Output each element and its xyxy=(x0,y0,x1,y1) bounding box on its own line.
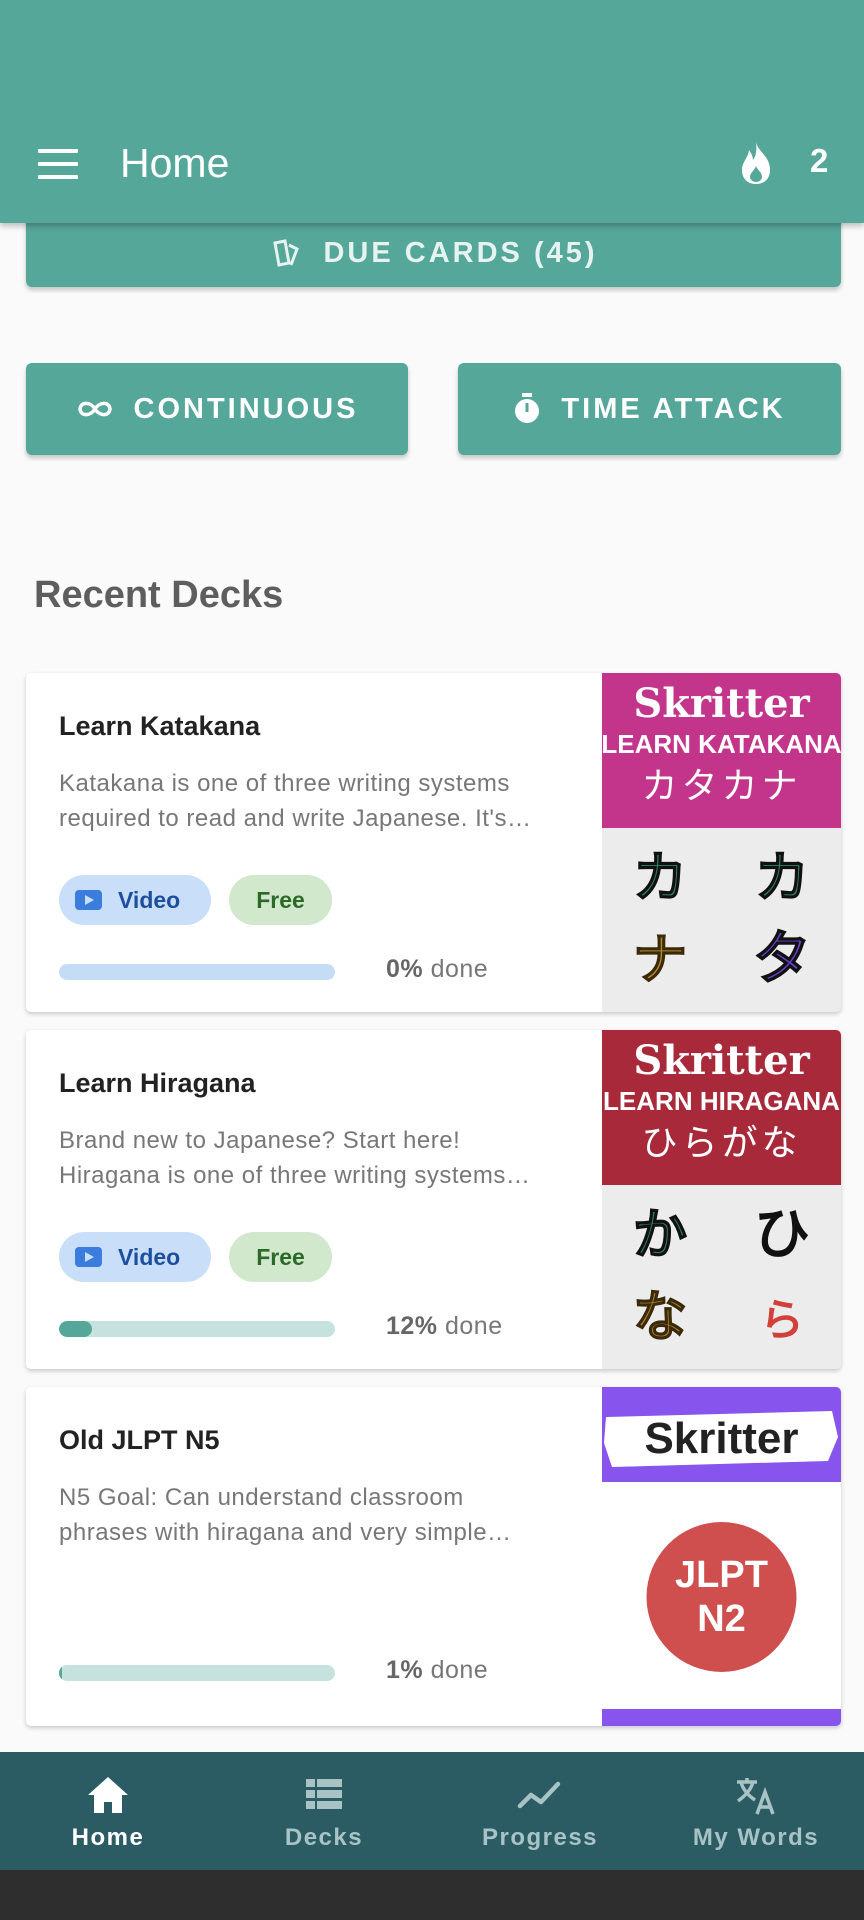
bottom-navigation: Home Decks Progress My Words xyxy=(0,1752,864,1870)
due-cards-label: DUE CARDS (45) xyxy=(323,237,598,269)
video-icon xyxy=(75,890,102,910)
nav-label: Home xyxy=(71,1824,145,1851)
deck-card-hiragana[interactable]: Learn Hiragana Brand new to Japanese? St… xyxy=(26,1030,841,1369)
nav-home[interactable]: Home xyxy=(0,1752,216,1870)
deck-cover-jlpt: Skritter JLPT N2 xyxy=(602,1387,841,1726)
nav-label: Decks xyxy=(284,1824,364,1851)
progress-bar xyxy=(59,1665,335,1681)
continuous-button[interactable]: CONTINUOUS xyxy=(26,363,408,455)
cover-subtitle: LEARN HIRAGANA xyxy=(603,1086,840,1116)
cover-subtitle: LEARN KATAKANA xyxy=(602,729,841,759)
deck-title: Learn Hiragana xyxy=(59,1068,256,1098)
cover-char: か xyxy=(633,1203,687,1266)
menu-icon[interactable] xyxy=(38,149,78,179)
free-badge: Free xyxy=(229,875,332,925)
cover-char: カ xyxy=(633,846,687,909)
cover-brand: Skritter xyxy=(633,1037,810,1084)
cover-char: ら xyxy=(760,1295,804,1346)
nav-label: Progress xyxy=(481,1824,599,1851)
deck-title: Old JLPT N5 xyxy=(59,1425,220,1455)
deck-cover-hiragana: Skritter LEARN HIRAGANA ひらがな か ひ な ら xyxy=(602,1030,841,1369)
deck-card-jlpt-n5[interactable]: Old JLPT N5 N5 Goal: Can understand clas… xyxy=(26,1387,841,1726)
cover-char: ナ xyxy=(633,928,687,991)
cover-kana: カタカナ xyxy=(641,766,801,807)
system-navigation-bar xyxy=(0,1870,864,1920)
home-icon xyxy=(88,1777,128,1813)
video-icon xyxy=(75,1247,102,1267)
trend-icon xyxy=(517,1781,561,1809)
cover-kana: ひらがな xyxy=(641,1123,801,1164)
nav-decks[interactable]: Decks xyxy=(216,1752,432,1870)
cover-brand: Skritter xyxy=(644,1414,798,1463)
deck-description: Brand new to Japanese? Start here! Hirag… xyxy=(59,1127,531,1189)
progress-fill xyxy=(59,1321,93,1337)
progress-label: 12% done xyxy=(386,1312,503,1340)
video-badge: Video xyxy=(59,875,211,925)
streak-count: 2 xyxy=(810,142,829,179)
cover-char: カ xyxy=(755,846,809,909)
deck-card-katakana[interactable]: Learn Katakana Katakana is one of three … xyxy=(26,673,841,1012)
deck-title: Learn Katakana xyxy=(59,711,261,741)
cards-icon xyxy=(269,238,303,269)
progress-bar xyxy=(59,964,335,980)
cover-badge-line2: N2 xyxy=(697,1598,746,1640)
continuous-label: CONTINUOUS xyxy=(133,392,359,425)
free-badge: Free xyxy=(229,1232,332,1282)
translate-icon xyxy=(736,1778,775,1815)
progress-fill xyxy=(59,1665,62,1681)
cover-char: な xyxy=(633,1285,687,1348)
nav-label: My Words xyxy=(692,1824,820,1851)
app-bar: Home 2 xyxy=(0,0,864,223)
nav-progress[interactable]: Progress xyxy=(432,1752,648,1870)
stopwatch-icon xyxy=(513,393,541,425)
page-title: Home xyxy=(120,140,230,186)
recent-decks-heading: Recent Decks xyxy=(34,574,284,616)
infinity-icon xyxy=(76,399,114,419)
video-badge: Video xyxy=(59,1232,211,1282)
deck-cover-katakana: Skritter LEARN KATAKANA カタカナ カ カ ナ タ xyxy=(602,673,841,1012)
flame-icon[interactable] xyxy=(736,140,776,186)
progress-bar xyxy=(59,1321,335,1337)
progress-label: 0% done xyxy=(386,955,489,983)
cover-badge-line1: JLPT xyxy=(675,1554,768,1596)
time-attack-label: TIME ATTACK xyxy=(561,392,786,425)
cover-brand: Skritter xyxy=(633,680,810,727)
deck-description: N5 Goal: Can understand classroom phrase… xyxy=(59,1484,512,1546)
list-icon xyxy=(306,1779,342,1809)
cover-char: ひ xyxy=(754,1202,810,1267)
progress-label: 1% done xyxy=(386,1656,489,1684)
nav-my-words[interactable]: My Words xyxy=(648,1752,864,1870)
time-attack-button[interactable]: TIME ATTACK xyxy=(458,363,841,455)
cover-char: タ xyxy=(753,924,811,992)
deck-description: Katakana is one of three writing systems… xyxy=(59,770,532,832)
